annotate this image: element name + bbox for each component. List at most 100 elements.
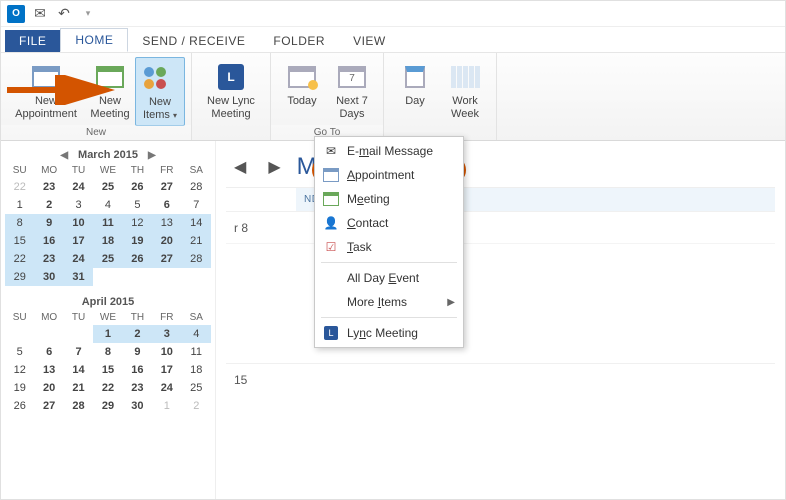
mini-cal-day[interactable]: 25 xyxy=(93,250,122,268)
mini-cal-day[interactable]: 5 xyxy=(5,343,34,361)
mini-cal-day[interactable]: 11 xyxy=(182,343,211,361)
mini-cal-day[interactable] xyxy=(64,325,93,343)
mini-cal-day[interactable]: 10 xyxy=(64,214,93,232)
tab-view[interactable]: VIEW xyxy=(339,30,400,52)
today-button[interactable]: Today xyxy=(277,57,327,126)
mini-cal-day[interactable]: 1 xyxy=(93,325,122,343)
new-items-button[interactable]: New Items ▾ xyxy=(135,57,185,126)
mini-calendar-march[interactable]: ◀ March 2015 ▶ SUMOTUWETHFRSA22232425262… xyxy=(5,147,211,286)
mini-cal-day[interactable]: 13 xyxy=(152,214,181,232)
mini-cal-day[interactable]: 18 xyxy=(93,232,122,250)
mini-cal-day[interactable]: 7 xyxy=(182,196,211,214)
mini-cal-day[interactable]: 12 xyxy=(123,214,152,232)
mini-cal-day[interactable]: 27 xyxy=(152,178,181,196)
main-next-icon[interactable]: ▶ xyxy=(262,157,286,177)
mini-cal-day[interactable]: 27 xyxy=(152,250,181,268)
mini-cal-day[interactable]: 9 xyxy=(34,214,63,232)
mini-cal-day[interactable]: 14 xyxy=(64,361,93,379)
mini-cal-day[interactable] xyxy=(34,325,63,343)
mini-cal-day[interactable]: 21 xyxy=(182,232,211,250)
mini-cal-day[interactable]: 2 xyxy=(34,196,63,214)
mini-cal-day[interactable]: 15 xyxy=(93,361,122,379)
mini-cal-day[interactable]: 24 xyxy=(152,379,181,397)
mini-cal-day[interactable]: 1 xyxy=(152,397,181,415)
mini-cal-day[interactable] xyxy=(5,325,34,343)
mini-cal-prev-icon[interactable]: ◀ xyxy=(56,150,72,161)
mini-cal-day[interactable]: 2 xyxy=(182,397,211,415)
mini-cal-day[interactable]: 10 xyxy=(152,343,181,361)
mini-cal-day[interactable]: 20 xyxy=(152,232,181,250)
mini-cal-day[interactable]: 22 xyxy=(93,379,122,397)
mini-cal-day[interactable]: 15 xyxy=(5,232,34,250)
mini-cal-day[interactable]: 23 xyxy=(34,178,63,196)
mini-cal-day[interactable]: 13 xyxy=(34,361,63,379)
mini-cal-day[interactable]: 22 xyxy=(5,250,34,268)
mini-cal-day[interactable]: 23 xyxy=(34,250,63,268)
mini-cal-day[interactable]: 19 xyxy=(123,232,152,250)
mini-cal-day[interactable] xyxy=(123,268,152,286)
mini-cal-day[interactable]: 25 xyxy=(93,178,122,196)
dropdown-meeting[interactable]: Meeting xyxy=(317,187,461,211)
mini-cal-day[interactable] xyxy=(152,268,181,286)
new-meeting-button[interactable]: New Meeting xyxy=(85,57,135,126)
mini-cal-day[interactable]: 8 xyxy=(5,214,34,232)
mini-cal-day[interactable]: 6 xyxy=(152,196,181,214)
mini-cal-day[interactable]: 18 xyxy=(182,361,211,379)
mini-cal-day[interactable]: 6 xyxy=(34,343,63,361)
mini-cal-day[interactable]: 2 xyxy=(123,325,152,343)
mini-cal-day[interactable]: 21 xyxy=(64,379,93,397)
mini-cal-day[interactable]: 26 xyxy=(5,397,34,415)
calendar-slot[interactable]: 15 xyxy=(226,363,775,395)
mini-cal-day[interactable]: 3 xyxy=(152,325,181,343)
mini-cal-day[interactable]: 16 xyxy=(34,232,63,250)
mini-cal-day[interactable]: 23 xyxy=(123,379,152,397)
tab-send-receive[interactable]: SEND / RECEIVE xyxy=(128,30,259,52)
tab-file[interactable]: FILE xyxy=(5,30,60,52)
mini-cal-day[interactable]: 28 xyxy=(182,178,211,196)
next7days-button[interactable]: 7 Next 7 Days xyxy=(327,57,377,126)
mini-cal-next-icon[interactable]: ▶ xyxy=(144,150,160,161)
mini-cal-day[interactable]: 9 xyxy=(123,343,152,361)
dropdown-contact[interactable]: 👤 Contact xyxy=(317,211,461,235)
dropdown-email-message[interactable]: ✉ E-mail Message xyxy=(317,139,461,163)
mini-cal-day[interactable]: 16 xyxy=(123,361,152,379)
qat-customize-icon[interactable]: ▾ xyxy=(79,5,97,23)
mini-cal-day[interactable] xyxy=(182,268,211,286)
mini-cal-day[interactable]: 1 xyxy=(5,196,34,214)
dropdown-task[interactable]: ☑ Task xyxy=(317,235,461,259)
mini-cal-day[interactable]: 3 xyxy=(64,196,93,214)
undo-qat-icon[interactable]: ↶ xyxy=(55,5,73,23)
tab-folder[interactable]: FOLDER xyxy=(259,30,339,52)
work-week-button[interactable]: Work Week xyxy=(440,57,490,136)
dropdown-more-items[interactable]: More Items ▶ xyxy=(317,290,461,314)
mini-cal-day[interactable] xyxy=(93,268,122,286)
mini-cal-day[interactable]: 24 xyxy=(64,178,93,196)
new-appointment-button[interactable]: New Appointment xyxy=(7,57,85,126)
tab-home[interactable]: HOME xyxy=(60,28,128,52)
mini-cal-day[interactable]: 19 xyxy=(5,379,34,397)
mini-cal-day[interactable]: 25 xyxy=(182,379,211,397)
mini-cal-day[interactable]: 12 xyxy=(5,361,34,379)
mini-cal-day[interactable]: 31 xyxy=(64,268,93,286)
mini-cal-day[interactable]: 17 xyxy=(152,361,181,379)
mini-cal-day[interactable]: 28 xyxy=(64,397,93,415)
mini-cal-day[interactable]: 17 xyxy=(64,232,93,250)
dropdown-lync-meeting[interactable]: L Lync Meeting xyxy=(317,321,461,345)
mini-calendar-april[interactable]: April 2015 SUMOTUWETHFRSA123456789101112… xyxy=(5,294,211,415)
day-button[interactable]: Day xyxy=(390,57,440,136)
mini-cal-day[interactable]: 26 xyxy=(123,178,152,196)
mini-cal-day[interactable]: 4 xyxy=(93,196,122,214)
mini-cal-day[interactable]: 29 xyxy=(5,268,34,286)
mini-cal-day[interactable]: 20 xyxy=(34,379,63,397)
mini-cal-day[interactable]: 26 xyxy=(123,250,152,268)
mini-cal-day[interactable]: 28 xyxy=(182,250,211,268)
send-receive-qat-icon[interactable]: ✉ xyxy=(31,5,49,23)
mini-cal-day[interactable]: 22 xyxy=(5,178,34,196)
mini-cal-day[interactable]: 4 xyxy=(182,325,211,343)
mini-cal-day[interactable]: 27 xyxy=(34,397,63,415)
mini-cal-day[interactable]: 30 xyxy=(123,397,152,415)
mini-cal-day[interactable]: 11 xyxy=(93,214,122,232)
mini-cal-day[interactable]: 24 xyxy=(64,250,93,268)
dropdown-appointment[interactable]: Appointment xyxy=(317,163,461,187)
calendar-slot[interactable]: r 8 xyxy=(226,211,775,243)
